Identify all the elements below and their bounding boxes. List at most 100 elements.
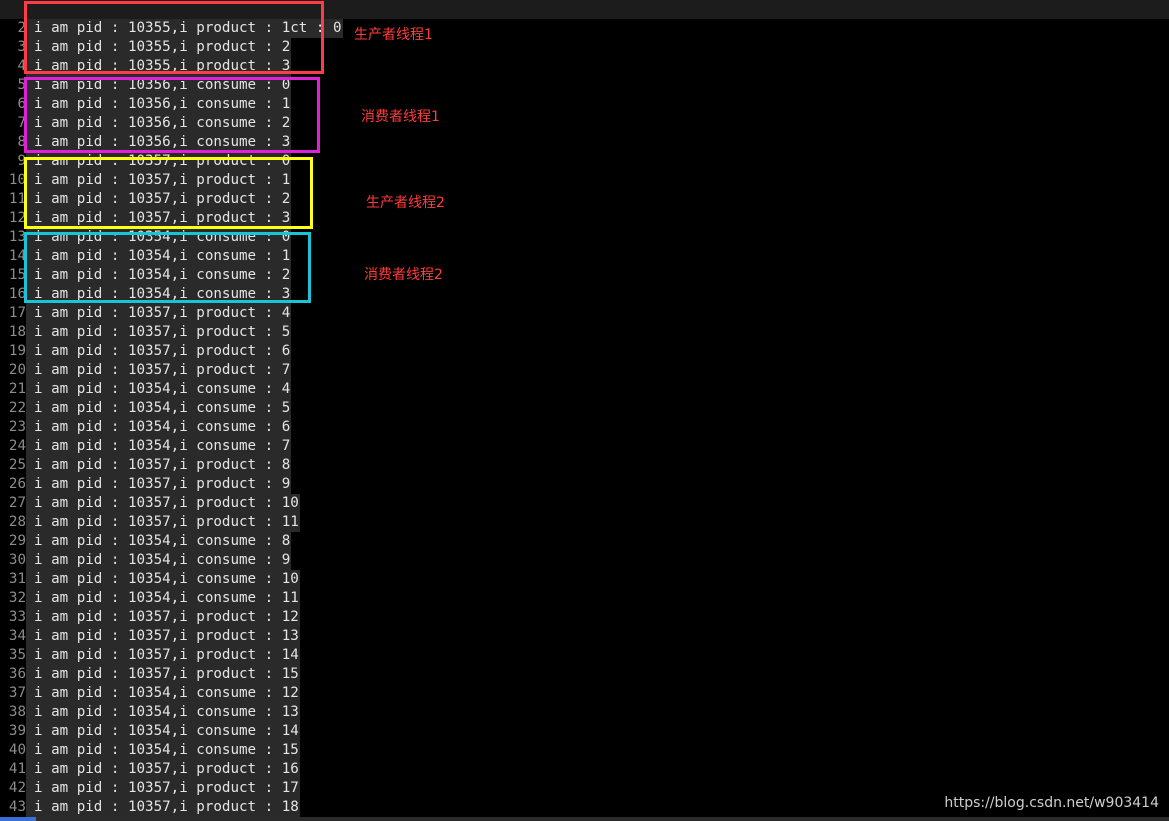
- editor-line[interactable]: 12 i am pid : 10357,i product : 3: [0, 209, 320, 228]
- editor-line[interactable]: 22 i am pid : 10354,i consume : 5: [0, 399, 320, 418]
- line-text: i am pid : 10357,i product : 4: [26, 304, 292, 323]
- line-text: i am pid : 10354,i consume : 8: [26, 532, 292, 551]
- line-number: 6: [17, 96, 26, 112]
- editor-line[interactable]: 37 i am pid : 10354,i consume : 12: [0, 684, 320, 703]
- line-text: i am pid : 10357,i product : 7: [26, 361, 292, 380]
- editor-line[interactable]: 35 i am pid : 10357,i product : 14: [0, 646, 320, 665]
- editor-line[interactable]: 29 i am pid : 10354,i consume : 8: [0, 532, 320, 551]
- consumer-thread-1-label: 消费者线程1: [361, 109, 440, 125]
- editor-line[interactable]: 24 i am pid : 10354,i consume : 7: [0, 437, 320, 456]
- editor-line[interactable]: 25 i am pid : 10357,i product : 8: [0, 456, 320, 475]
- line-text: i am pid : 10357,i product : 1: [26, 171, 292, 190]
- editor-line[interactable]: 9i am pid : 10357,i product : 0: [0, 152, 320, 171]
- line-number: 7: [17, 115, 26, 131]
- editor-line[interactable]: 17 i am pid : 10357,i product : 4: [0, 304, 320, 323]
- editor-line[interactable]: 26 i am pid : 10357,i product : 9: [0, 475, 320, 494]
- line-number: 22: [8, 400, 26, 416]
- editor-line[interactable]: 42 i am pid : 10357,i product : 17: [0, 779, 320, 798]
- line-text: i am pid : 10357,i product : 6: [26, 342, 292, 361]
- line-number: 31: [8, 571, 26, 587]
- editor-line[interactable]: 30 i am pid : 10354,i consume : 9: [0, 551, 320, 570]
- line-text: i am pid : 10357,i product : 11: [26, 513, 300, 532]
- line-number: 15: [8, 267, 26, 283]
- line-number: 37: [8, 685, 26, 701]
- line-text: i am pid : 10354,i consume : 2: [26, 266, 292, 285]
- editor-line[interactable]: 34 i am pid : 10357,i product : 13: [0, 627, 320, 646]
- line-text: i am pid : 10354,i consume : 7: [26, 437, 292, 456]
- editor-line[interactable]: 4i am pid : 10355,i product : 3: [0, 57, 320, 76]
- editor-line[interactable]: 8i am pid : 10356,i consume : 3: [0, 133, 320, 152]
- editor-line[interactable]: 33 i am pid : 10357,i product : 12: [0, 608, 320, 627]
- line-number: 12: [8, 210, 26, 226]
- line-text: i am pid : 10356,i consume : 3: [26, 133, 292, 152]
- editor-line[interactable]: 13 i am pid : 10354,i consume : 0: [0, 228, 320, 247]
- line-number: 19: [8, 343, 26, 359]
- line-number: 40: [8, 742, 26, 758]
- line-number: 42: [8, 780, 26, 796]
- line-text: i am pid : 10356,i consume : 2: [26, 114, 292, 133]
- line-text: i am pid : 10354,i consume : 6: [26, 418, 292, 437]
- line-text: i am pid : 10356,i consume : 0: [26, 76, 292, 95]
- line-text: i am pid : 10354,i consume : 3: [26, 285, 292, 304]
- editor-line[interactable]: 23 i am pid : 10354,i consume : 6: [0, 418, 320, 437]
- line-text: i am pid : 10357,i product : 17: [26, 779, 300, 798]
- editor-line[interactable]: 1i am pid : 10355,i product : 0: [0, 0, 343, 38]
- line-number: 33: [8, 609, 26, 625]
- line-number: 27: [8, 495, 26, 511]
- editor-line[interactable]: 18 i am pid : 10357,i product : 5: [0, 323, 320, 342]
- line-number: 28: [8, 514, 26, 530]
- line-number: 39: [8, 723, 26, 739]
- editor-line[interactable]: 27 i am pid : 10357,i product : 10: [0, 494, 320, 513]
- editor-line[interactable]: 5i am pid : 10356,i consume : 0: [0, 76, 320, 95]
- line-text: i am pid : 10357,i product : 2: [26, 190, 292, 209]
- bottom-accent-tab: [0, 817, 36, 821]
- editor-line[interactable]: 19 i am pid : 10357,i product : 6: [0, 342, 320, 361]
- line-number: 8: [17, 134, 26, 150]
- line-text: i am pid : 10354,i consume : 9: [26, 551, 292, 570]
- editor-line[interactable]: 40 i am pid : 10354,i consume : 15: [0, 741, 320, 760]
- line-number: 17: [8, 305, 26, 321]
- editor-line[interactable]: 15 i am pid : 10354,i consume : 2: [0, 266, 320, 285]
- line-number: 2: [17, 20, 26, 36]
- line-text: i am pid : 10355,i product : 1: [26, 19, 292, 38]
- line-text: i am pid : 10357,i product : 14: [26, 646, 300, 665]
- editor-line[interactable]: 32 i am pid : 10354,i consume : 11: [0, 589, 320, 608]
- editor-line[interactable]: 2i am pid : 10355,i product : 1: [0, 19, 320, 38]
- editor-line[interactable]: 20 i am pid : 10357,i product : 7: [0, 361, 320, 380]
- editor-line[interactable]: 41 i am pid : 10357,i product : 16: [0, 760, 320, 779]
- line-text: i am pid : 10354,i consume : 5: [26, 399, 292, 418]
- editor-line[interactable]: 10 i am pid : 10357,i product : 1: [0, 171, 320, 190]
- editor-line[interactable]: 36 i am pid : 10357,i product : 15: [0, 665, 320, 684]
- editor-line[interactable]: 21 i am pid : 10354,i consume : 4: [0, 380, 320, 399]
- terminal-editor[interactable]: 1i am pid : 10355,i product : 0 2i am pi…: [0, 0, 1169, 821]
- line-text: i am pid : 10354,i consume : 12: [26, 684, 300, 703]
- line-text: i am pid : 10356,i consume : 1: [26, 95, 292, 114]
- editor-line[interactable]: 39 i am pid : 10354,i consume : 14: [0, 722, 320, 741]
- line-text: i am pid : 10357,i product : 8: [26, 456, 292, 475]
- line-number: 26: [8, 476, 26, 492]
- line-number: 13: [8, 229, 26, 245]
- editor-line[interactable]: 11 i am pid : 10357,i product : 2: [0, 190, 320, 209]
- line-number: 36: [8, 666, 26, 682]
- editor-line[interactable]: 16 i am pid : 10354,i consume : 3: [0, 285, 320, 304]
- line-text: i am pid : 10357,i product : 3: [26, 209, 292, 228]
- line-text: i am pid : 10354,i consume : 14: [26, 722, 300, 741]
- line-text: i am pid : 10355,i product : 3: [26, 57, 292, 76]
- editor-line[interactable]: 6i am pid : 10356,i consume : 1: [0, 95, 320, 114]
- editor-line[interactable]: 38 i am pid : 10354,i consume : 13: [0, 703, 320, 722]
- output-lines: 1i am pid : 10355,i product : 0 2i am pi…: [0, 0, 343, 817]
- line-number: 11: [8, 191, 26, 207]
- line-text: i am pid : 10354,i consume : 13: [26, 703, 300, 722]
- editor-line[interactable]: 31 i am pid : 10354,i consume : 10: [0, 570, 320, 589]
- line-text: i am pid : 10357,i product : 12: [26, 608, 300, 627]
- line-number: 38: [8, 704, 26, 720]
- line-number: 10: [8, 172, 26, 188]
- editor-line[interactable]: 43 i am pid : 10357,i product : 18: [0, 798, 320, 817]
- line-number: 3: [17, 39, 26, 55]
- editor-line[interactable]: 7i am pid : 10356,i consume : 2: [0, 114, 320, 133]
- editor-line[interactable]: 14 i am pid : 10354,i consume : 1: [0, 247, 320, 266]
- editor-line[interactable]: 3i am pid : 10355,i product : 2: [0, 38, 320, 57]
- editor-line[interactable]: 28 i am pid : 10357,i product : 11: [0, 513, 320, 532]
- producer-thread-1-label: 生产者线程1: [354, 27, 433, 43]
- line-text: i am pid : 10354,i consume : 15: [26, 741, 300, 760]
